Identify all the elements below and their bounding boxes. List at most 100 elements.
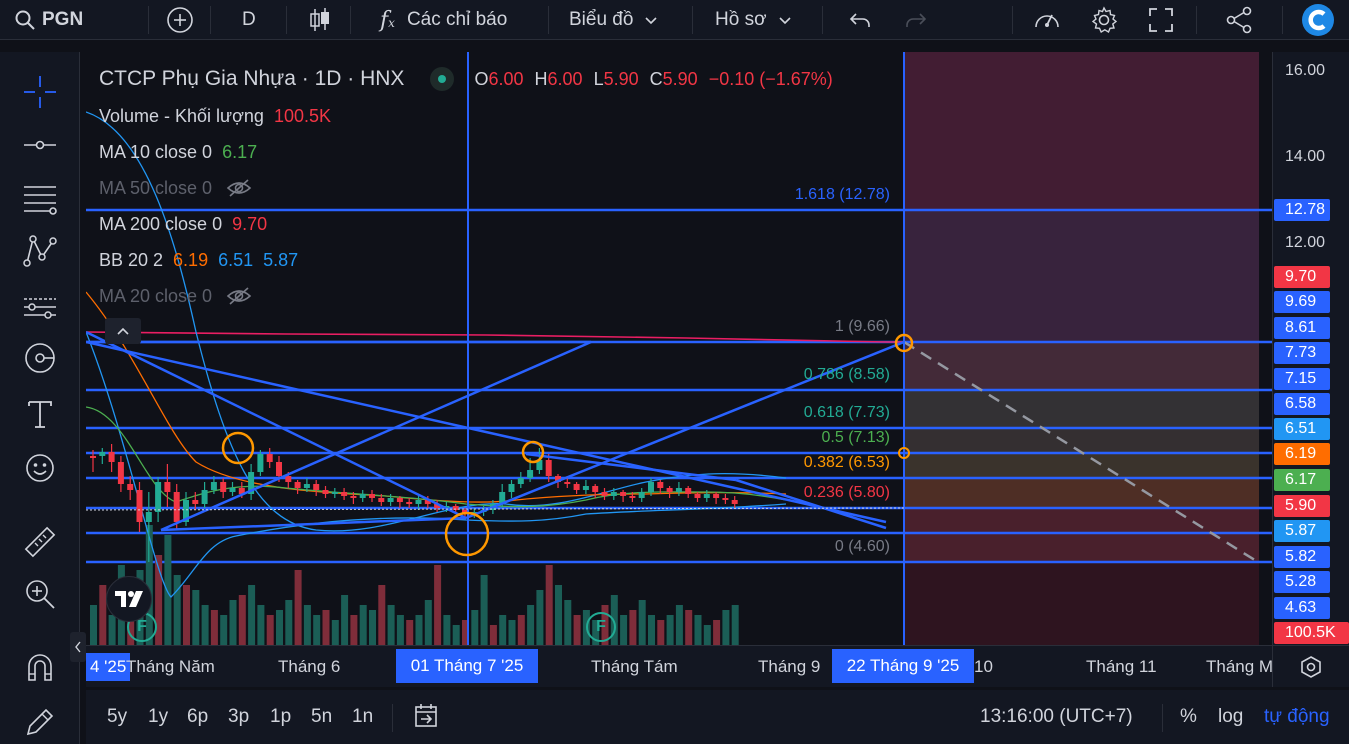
- candle-body: [145, 512, 152, 522]
- panel-collapse-handle[interactable]: [70, 632, 86, 662]
- trendline: [160, 340, 592, 532]
- scale-settings-button[interactable]: [1272, 645, 1349, 687]
- trend-line-tool[interactable]: [18, 125, 62, 165]
- time-label: 4 '25: [86, 653, 131, 681]
- range-1y[interactable]: 1y: [148, 706, 168, 728]
- volume-bar: [555, 585, 562, 645]
- toolbar-divider: [548, 6, 549, 34]
- candle-body: [629, 496, 636, 498]
- compare-button[interactable]: [166, 0, 194, 40]
- range-1d[interactable]: 1n: [352, 706, 373, 728]
- indicator-legend-row[interactable]: MA 10 close 0 6.17: [99, 134, 833, 170]
- chart-type-button[interactable]: [308, 0, 332, 40]
- text-tool[interactable]: [18, 394, 62, 434]
- indicator-name: MA 50 close 0: [99, 177, 213, 198]
- earnings-marker[interactable]: F: [586, 612, 616, 642]
- crosshair-tool[interactable]: [18, 72, 62, 112]
- indicator-legend-row[interactable]: MA 20 close 0: [99, 278, 833, 314]
- candle-body: [666, 488, 673, 492]
- indicator-value: 6.17: [222, 141, 258, 162]
- range-5d[interactable]: 5n: [311, 706, 332, 728]
- candlestick-icon: [310, 8, 329, 31]
- candle-body: [192, 500, 199, 504]
- chart-pane[interactable]: 1.618 (12.78) 1 (9.66) 0.786 (8.58) 0.618 (…: [86, 52, 1272, 645]
- collapse-legend-button[interactable]: [105, 318, 141, 344]
- indicator-legend-row[interactable]: BB 20 2 6.19 6.51 5.87: [99, 242, 833, 278]
- indicators-button[interactable]: fx Các chỉ báo: [380, 0, 507, 40]
- ma200-line: [86, 331, 904, 343]
- charts-menu-button[interactable]: Biểu đồ: [569, 0, 659, 40]
- volume-bar: [192, 590, 200, 645]
- trendline: [86, 330, 467, 520]
- pattern-tool[interactable]: [18, 231, 62, 271]
- volume-bar: [276, 610, 283, 645]
- indicator-legend-row[interactable]: Volume - Khối lượng 100.5K: [99, 98, 833, 134]
- indicator-value: 6.51: [218, 249, 254, 270]
- log-toggle[interactable]: log: [1218, 706, 1243, 728]
- candle-body: [331, 492, 338, 494]
- settings-button[interactable]: [1089, 0, 1119, 40]
- alert-button[interactable]: [1032, 0, 1062, 40]
- drawing-toolbar: [0, 52, 80, 744]
- auto-scale-toggle[interactable]: tự động: [1264, 706, 1330, 728]
- volume-bar: [248, 585, 256, 645]
- tradingview-logo[interactable]: [106, 576, 152, 622]
- indicator-value: 5.87: [263, 249, 299, 270]
- candle-body: [564, 482, 571, 484]
- goto-date-button[interactable]: [412, 702, 440, 735]
- indicator-legend-row[interactable]: MA 50 close 0: [99, 170, 833, 206]
- app-logo[interactable]: [1301, 0, 1335, 40]
- time-axis[interactable]: 4 '25 Tháng Năm Tháng 6 01 Tháng 7 '25 T…: [86, 645, 1272, 687]
- eye-hidden-icon[interactable]: [226, 286, 252, 306]
- brush-tool[interactable]: [18, 338, 62, 378]
- volume-bar: [294, 570, 302, 645]
- volume-bar: [517, 615, 525, 645]
- range-1m[interactable]: 1p: [270, 706, 291, 728]
- volume-bar: [564, 600, 572, 645]
- volume-bar: [350, 615, 358, 645]
- price-badge: 9.69: [1274, 291, 1330, 313]
- candle-body: [313, 484, 320, 490]
- price-badge: 6.51: [1274, 418, 1330, 440]
- magnet-icon: [28, 654, 52, 681]
- share-button[interactable]: [1224, 0, 1254, 40]
- range-5y[interactable]: 5y: [107, 706, 127, 728]
- price-tick-label: 12.00: [1285, 234, 1326, 251]
- volume-bar: [573, 615, 581, 645]
- volume-bar: [108, 615, 116, 645]
- symbol-search[interactable]: PGN: [14, 0, 83, 40]
- forecast-tool[interactable]: [18, 285, 62, 325]
- redo-button[interactable]: [904, 0, 928, 40]
- bb-lower-line: [86, 331, 787, 598]
- indicator-name: MA 20 close 0: [99, 285, 213, 306]
- fullscreen-button[interactable]: [1148, 0, 1174, 40]
- candles: [90, 444, 738, 562]
- bottom-toolbar: 5y 1y 6p 3p 1p 5n 1n 13:16:00 (UTC+7) % …: [86, 690, 1349, 744]
- volume-bar: [229, 600, 237, 645]
- speedometer-icon: [1035, 14, 1059, 28]
- zoom-tool[interactable]: [18, 574, 62, 614]
- range-3m[interactable]: 3p: [228, 706, 249, 728]
- interval-button[interactable]: D: [242, 0, 256, 40]
- emoji-tool[interactable]: [18, 448, 62, 488]
- clock-timezone[interactable]: 13:16:00 (UTC+7): [980, 706, 1133, 728]
- candle-body: [638, 492, 645, 498]
- magnet-tool[interactable]: [18, 648, 62, 688]
- share-icon: [1226, 6, 1252, 34]
- range-6m[interactable]: 6p: [187, 706, 208, 728]
- charts-label: Biểu đồ: [569, 9, 634, 30]
- percent-toggle[interactable]: %: [1180, 706, 1197, 728]
- volume-bar: [378, 585, 386, 645]
- profile-menu-button[interactable]: Hồ sơ: [715, 0, 793, 40]
- indicator-legend-row[interactable]: MA 200 close 0 9.70: [99, 206, 833, 242]
- measure-tool[interactable]: [18, 522, 62, 562]
- fib-retracement-tool[interactable]: [18, 178, 62, 218]
- lock-drawings-tool[interactable]: [18, 702, 62, 742]
- eye-hidden-icon[interactable]: [226, 178, 252, 198]
- undo-button[interactable]: [848, 0, 872, 40]
- market-status-icon[interactable]: [430, 67, 455, 91]
- candle-body: [127, 484, 134, 490]
- indicator-name: Volume - Khối lượng: [99, 105, 264, 126]
- price-scale[interactable]: 16.00 14.00 12.00 12.78 9.70 9.69 8.61 7.73 7.1…: [1272, 52, 1349, 645]
- redo-icon: [906, 13, 927, 27]
